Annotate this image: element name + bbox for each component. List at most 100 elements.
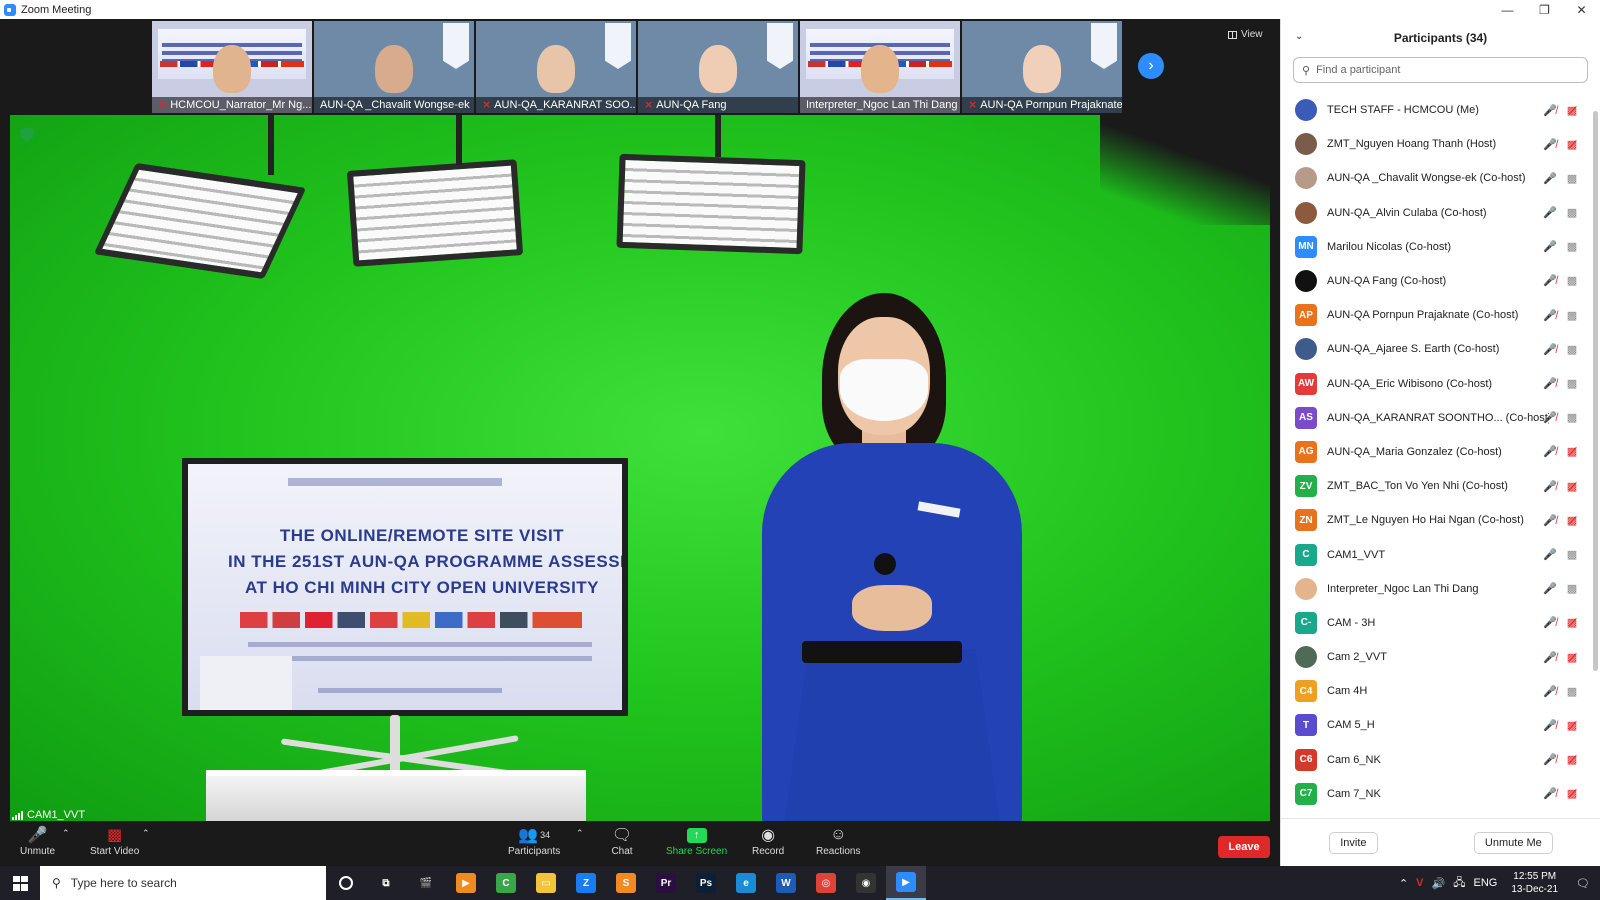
video-off-icon[interactable]: ▩̸ [1565,787,1579,801]
video-off-icon[interactable]: ▩̸ [1565,445,1579,459]
microphone-muted-icon[interactable]: 🎤̸ [1543,137,1557,151]
record-button[interactable]: ◉ Record [752,824,784,857]
taskbar-app-word[interactable]: W [766,866,806,900]
video-thumbnail[interactable]: ⨯ AUN-QA_KARANRAT SOO... [476,21,636,113]
participant-row[interactable]: AS AUN-QA_KARANRAT SOONTHO... (Co-host) 🎤̸… [1281,401,1593,435]
start-button[interactable] [0,866,40,900]
video-camera-icon[interactable]: ▩ [1565,206,1579,220]
participant-search[interactable]: ⚲ [1293,57,1588,83]
video-options-caret-icon[interactable]: ⌃ [142,828,150,839]
microphone-icon[interactable]: 🎤 [1543,547,1557,561]
taskbar-app-zalo[interactable]: Z [566,866,606,900]
participant-row[interactable]: MN Marilou Nicolas (Co-host) 🎤 ▩ [1281,230,1593,264]
taskbar-app-premiere[interactable]: Pr [646,866,686,900]
volume-icon[interactable]: 🔊 [1432,877,1446,890]
taskbar-clock[interactable]: 12:55 PM 13-Dec-21 [1511,870,1558,896]
taskbar-app-task-view[interactable]: ⧉ [366,866,406,900]
microphone-muted-icon[interactable]: 🎤̸ [1543,718,1557,732]
video-camera-icon[interactable]: ▩ [1565,582,1579,596]
participant-row[interactable]: C4 Cam 4H 🎤̸ ▩ [1281,674,1593,708]
reactions-button[interactable]: ☺ Reactions [816,824,860,857]
microphone-muted-icon[interactable]: 🎤̸ [1543,513,1557,527]
video-thumbnail[interactable]: ⨯ AUN-QA Pornpun Prajaknate [962,21,1122,113]
next-page-button[interactable]: › [1138,53,1164,79]
video-off-icon[interactable]: ▩̸ [1565,650,1579,664]
microphone-muted-icon[interactable]: 🎤̸ [1543,411,1557,425]
participant-row[interactable]: ZV ZMT_BAC_Ton Vo Yen Nhi (Co-host) 🎤̸ ▩̸ [1281,469,1593,503]
taskbar-app-photoshop[interactable]: Ps [686,866,726,900]
chat-button[interactable]: 🗨 Chat [610,824,634,857]
microphone-muted-icon[interactable]: 🎤̸ [1543,753,1557,767]
video-off-icon[interactable]: ▩̸ [1565,479,1579,493]
taskbar-app-zoom[interactable]: ▶ [886,866,926,900]
video-thumbnail[interactable]: ⨯ HCMCOU_Narrator_Mr Ng... [152,21,312,113]
participants-button[interactable]: 👥 34 Participants [508,824,560,857]
microphone-muted-icon[interactable]: 🎤̸ [1543,479,1557,493]
participant-row[interactable]: ZMT_Nguyen Hoang Thanh (Host) 🎤̸ ▩̸ [1281,127,1593,161]
participant-row[interactable]: C- CAM - 3H 🎤̸ ▩̸ [1281,606,1593,640]
microphone-icon[interactable]: 🎤 [1543,171,1557,185]
video-thumbnail[interactable]: AUN-QA _Chavalit Wongse-ek [314,21,474,113]
participant-row[interactable]: C CAM1_VVT 🎤 ▩ [1281,537,1593,571]
video-off-icon[interactable]: ▩̸ [1565,616,1579,630]
participant-row[interactable]: AUN-QA Fang (Co-host) 🎤̸ ▩ [1281,264,1593,298]
participant-row[interactable]: AP AUN-QA Pornpun Prajaknate (Co-host) 🎤̸ ▩ [1281,298,1593,332]
participant-row[interactable]: Interpreter_Ngoc Lan Thi Dang 🎤 ▩ [1281,572,1593,606]
participant-row[interactable]: ZN ZMT_Le Nguyen Ho Hai Ngan (Co-host) 🎤̸ ▩… [1281,503,1593,537]
antivirus-icon[interactable]: V [1416,877,1423,889]
unmute-button[interactable]: 🎤 Unmute [20,824,55,857]
taskbar-app-sublime[interactable]: S [606,866,646,900]
video-camera-icon[interactable]: ▩ [1565,342,1579,356]
view-button[interactable]: View [1228,29,1263,40]
participant-search-input[interactable] [1316,64,1557,76]
restore-icon[interactable]: ❐ [1526,0,1563,19]
minimize-icon[interactable]: — [1489,0,1526,19]
video-camera-icon[interactable]: ▩ [1565,308,1579,322]
close-icon[interactable]: ✕ [1563,0,1600,19]
leave-button[interactable]: Leave [1218,836,1270,858]
video-off-icon[interactable]: ▩̸ [1565,718,1579,732]
share-screen-button[interactable]: ↑ Share Screen [666,824,727,857]
video-thumbnail[interactable]: Interpreter_Ngoc Lan Thi Dang [800,21,960,113]
participant-list-scrollbar[interactable] [1593,111,1598,671]
video-camera-icon[interactable]: ▩ [1565,240,1579,254]
participant-row[interactable]: C7 Cam 7_NK 🎤̸ ▩̸ [1281,777,1593,811]
unmute-me-button[interactable]: Unmute Me [1473,831,1553,854]
video-off-icon[interactable]: ▩̸ [1565,137,1579,151]
taskbar-app-file-explorer[interactable]: ▭ [526,866,566,900]
participant-row[interactable]: Cam 2_VVT 🎤̸ ▩̸ [1281,640,1593,674]
participant-row[interactable]: C6 Cam 6_NK 🎤̸ ▩̸ [1281,743,1593,777]
active-speaker-video[interactable]: THE ONLINE/REMOTE SITE VISIT IN THE 251S… [10,115,1270,821]
video-camera-icon[interactable]: ▩ [1565,377,1579,391]
taskbar-app-edge[interactable]: e [726,866,766,900]
notifications-icon[interactable]: 🗨 [1576,877,1590,890]
participant-row[interactable]: T CAM 5_H 🎤̸ ▩̸ [1281,708,1593,742]
microphone-icon[interactable]: 🎤 [1543,206,1557,220]
video-off-icon[interactable]: ▩̸ [1565,103,1579,117]
microphone-muted-icon[interactable]: 🎤̸ [1543,103,1557,117]
video-thumbnail[interactable]: ⨯ AUN-QA Fang [638,21,798,113]
microphone-muted-icon[interactable]: 🎤̸ [1543,308,1557,322]
video-camera-icon[interactable]: ▩ [1565,171,1579,185]
taskbar-app-coccoc[interactable]: C [486,866,526,900]
taskbar-app-obs[interactable]: ◉ [846,866,886,900]
cortana-button[interactable] [326,866,366,900]
show-hidden-icons-icon[interactable]: ⌃ [1399,877,1408,890]
participant-row[interactable]: AUN-QA _Chavalit Wongse-ek (Co-host) 🎤 ▩ [1281,161,1593,195]
microphone-icon[interactable]: 🎤 [1543,582,1557,596]
participant-row[interactable]: AUN-QA_Alvin Culaba (Co-host) 🎤 ▩ [1281,196,1593,230]
microphone-icon[interactable]: 🎤 [1543,240,1557,254]
taskbar-app-media-player[interactable]: ▶ [446,866,486,900]
video-camera-icon[interactable]: ▩ [1565,274,1579,288]
microphone-muted-icon[interactable]: 🎤̸ [1543,650,1557,664]
participant-row[interactable]: TECH STAFF - HCMCOU (Me) 🎤̸ ▩̸ [1281,93,1593,127]
microphone-muted-icon[interactable]: 🎤̸ [1543,616,1557,630]
microphone-muted-icon[interactable]: 🎤̸ [1543,787,1557,801]
participants-options-caret-icon[interactable]: ⌃ [576,828,584,839]
microphone-muted-icon[interactable]: 🎤̸ [1543,274,1557,288]
microphone-muted-icon[interactable]: 🎤̸ [1543,342,1557,356]
participant-row[interactable]: AG AUN-QA_Maria Gonzalez (Co-host) 🎤̸ ▩̸ [1281,435,1593,469]
network-icon[interactable]: 🖧 [1453,874,1465,893]
taskbar-app-clapper[interactable]: 🎬 [406,866,446,900]
video-camera-icon[interactable]: ▩ [1565,411,1579,425]
